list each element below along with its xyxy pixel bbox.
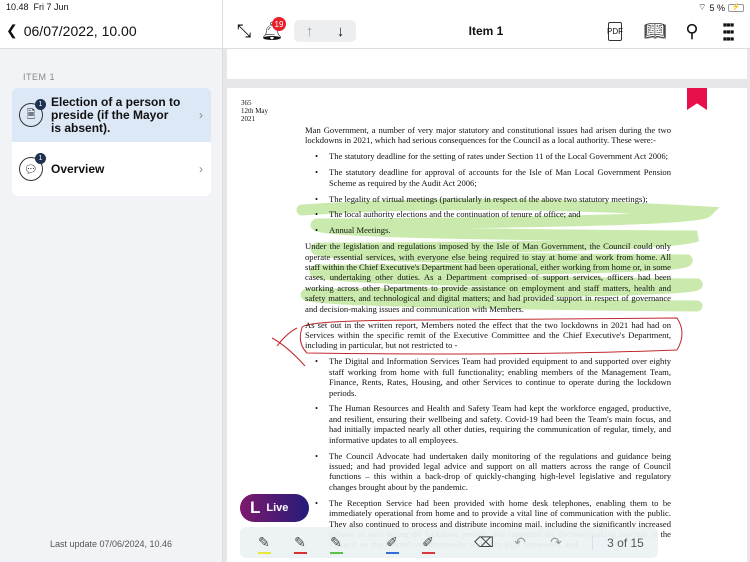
- marker-icon: ✎: [258, 534, 270, 550]
- document-viewer[interactable]: 365 12th May 2021 Man Government, a number…: [223, 49, 750, 562]
- item-label: Election of a person to preside (if the …: [51, 94, 181, 135]
- wifi-icon: ⌔: [698, 2, 707, 12]
- redo-icon[interactable]: ↷: [538, 527, 574, 558]
- book-icon[interactable]: 📖︎: [644, 20, 667, 42]
- previous-page: [227, 49, 747, 79]
- agenda-item-election[interactable]: 🗎 1 Election of a person to preside (if t…: [12, 88, 211, 142]
- bookmark-icon[interactable]: [687, 88, 707, 110]
- chat-icon: 💬︎ 1: [19, 153, 46, 181]
- pdf-icon[interactable]: PDF: [607, 22, 623, 41]
- margin-note: 365 12th May 2021: [241, 99, 269, 123]
- page-indicator: 3 of 15: [592, 535, 658, 550]
- pen-blue[interactable]: ✐: [374, 527, 410, 558]
- live-label: Live: [266, 502, 289, 514]
- pen-red[interactable]: ✐: [410, 527, 446, 558]
- live-logo: L: [250, 498, 261, 517]
- live-button[interactable]: L Live: [240, 494, 309, 522]
- highlighter-green[interactable]: ✎: [318, 527, 354, 558]
- chevron-left-icon: ❮: [6, 22, 18, 38]
- page-nav: ↑ ↓: [294, 20, 356, 42]
- grid-menu-icon[interactable]: ▪▪▪ ▪▪▪ ▪▪▪: [717, 18, 739, 45]
- agenda-item-overview[interactable]: 💬︎ 1 Overview ›: [12, 142, 211, 196]
- document-page: 365 12th May 2021 Man Government, a number…: [227, 88, 747, 562]
- header: ❮ 06/07/2022, 10.00 ⤡ 🔔︎ 19 ↑ ↓ Item 1 PDF…: [0, 14, 750, 49]
- status-bar: 10.48 Fri 7 Jun ⌔ 5 % ⚡: [0, 0, 750, 14]
- chevron-right-icon: ›: [199, 162, 203, 176]
- pencil-icon: ✐: [386, 534, 398, 550]
- expand-icon[interactable]: ⤡: [233, 20, 255, 42]
- section-label: ITEM 1: [23, 72, 56, 82]
- highlighter-yellow[interactable]: ✎: [246, 527, 282, 558]
- undo-icon[interactable]: ↶: [502, 527, 538, 558]
- count-badge: 1: [35, 153, 46, 164]
- highlighter-red[interactable]: ✎: [282, 527, 318, 558]
- agenda-list: 🗎 1 Election of a person to preside (if t…: [12, 88, 211, 196]
- arrow-up-icon[interactable]: ↑: [294, 23, 325, 40]
- notification-badge: 19: [272, 17, 286, 31]
- marker-icon: ✎: [330, 534, 342, 550]
- pencil-icon: ✐: [422, 534, 434, 550]
- battery-icon: ⚡: [728, 3, 744, 12]
- sidebar: ITEM 1 🗎 1 Election of a person to presid…: [0, 49, 222, 562]
- marker-icon: ✎: [294, 534, 306, 550]
- search-icon[interactable]: ⚲: [681, 20, 703, 42]
- back-label: 06/07/2022, 10.00: [23, 22, 137, 39]
- document-text: Man Government, a number of very major s…: [305, 125, 671, 555]
- back-button[interactable]: ❮ 06/07/2022, 10.00: [6, 22, 137, 39]
- document-icon: 🗎 1: [19, 99, 46, 127]
- status-time: 10.48 Fri 7 Jun: [6, 2, 69, 12]
- battery-percent: 5 %: [709, 2, 725, 13]
- count-badge: 1: [35, 99, 46, 110]
- last-update: Last update 07/06/2024, 10.46: [49, 539, 173, 549]
- arrow-down-icon[interactable]: ↓: [325, 23, 356, 40]
- eraser-icon[interactable]: ⌫: [466, 527, 502, 558]
- chevron-right-icon: ›: [199, 108, 203, 122]
- annotation-toolbar: ✎ ✎ ✎ ✐ ✐ ⌫ ↶ ↷ 3 of 15: [240, 527, 658, 558]
- item-label: Overview: [51, 161, 105, 176]
- page-title: Item 1: [468, 24, 504, 38]
